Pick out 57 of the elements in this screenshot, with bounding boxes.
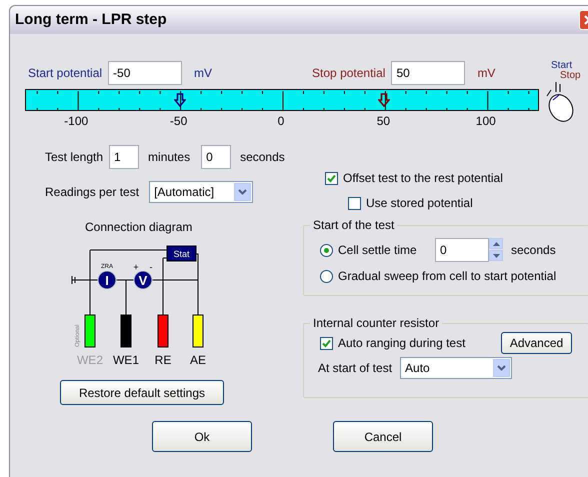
spin-buttons[interactable] — [489, 238, 503, 262]
start-hint-label: Start — [551, 59, 572, 71]
ammeter-label: I — [105, 273, 109, 288]
seconds-field[interactable]: 0 — [201, 145, 232, 169]
stat-label: Stat — [174, 249, 190, 259]
dialog-button[interactable]: Ok — [152, 421, 252, 452]
stop-hint-label: Stop — [560, 69, 581, 83]
advanced-button[interactable]: Advanced — [501, 332, 572, 354]
checkbox[interactable] — [320, 336, 333, 350]
radio-button[interactable] — [320, 244, 333, 256]
start-resistor-label: At start of test — [318, 360, 392, 377]
unit-label: mV — [477, 65, 496, 82]
seconds-label: seconds — [511, 242, 556, 259]
potential-scale[interactable] — [25, 89, 539, 111]
minutes-field[interactable]: 1 — [109, 145, 140, 169]
readings-dropdown[interactable]: [Automatic] — [149, 181, 254, 203]
unit-label: mV — [194, 65, 212, 82]
dialog-button[interactable]: Cancel — [333, 421, 433, 452]
lead-label: RE — [154, 353, 172, 367]
window-title: Long term - LPR step — [15, 10, 167, 30]
checkmark-icon — [322, 338, 331, 348]
seconds-label: seconds — [240, 149, 285, 166]
scale-tick-label: 100 — [474, 113, 497, 130]
checkbox[interactable] — [348, 196, 361, 210]
readings-label: Readings per test — [45, 184, 140, 201]
restore-defaults-button[interactable]: Restore default settings — [60, 380, 224, 405]
potential-label: Stop potential — [312, 65, 386, 82]
scale-tick-label: 50 — [376, 113, 392, 130]
checkbox-label: Use stored potential — [366, 195, 473, 212]
settle-time-field[interactable]: 0 — [435, 238, 489, 262]
minutes-label: minutes — [148, 149, 190, 166]
voltmeter-label: V — [138, 273, 148, 288]
checkmark-icon — [327, 174, 336, 182]
group-title: Internal counter resistor — [312, 315, 440, 332]
lead-label: WE2 — [77, 353, 103, 367]
radio-label: Gradual sweep from cell to start potential — [338, 268, 556, 285]
scale-tick-label: -50 — [168, 113, 188, 130]
scale-tick-label: 0 — [276, 113, 286, 130]
diagram-title: Connection diagram — [85, 219, 194, 236]
plus-label: + — [133, 262, 139, 272]
test-length-label: Test length — [45, 149, 104, 166]
scale-tick-label: -100 — [63, 113, 90, 130]
checkbox-label: Auto ranging during test — [338, 335, 466, 352]
marker-arrow-icon[interactable] — [378, 93, 390, 107]
marker-arrow-icon[interactable] — [174, 93, 186, 107]
radio-button[interactable] — [320, 270, 333, 282]
lead-label: AE — [190, 353, 206, 367]
checkbox-label: Offset test to the rest potential — [343, 170, 503, 187]
lead-label: WE1 — [113, 353, 139, 367]
potential-label: Start potential — [28, 65, 102, 82]
potential-field[interactable]: 50 — [391, 61, 466, 85]
minus-label: - — [150, 262, 152, 272]
potential-field[interactable]: -50 — [108, 61, 182, 85]
checkbox[interactable] — [325, 172, 338, 184]
start-resistor-dropdown[interactable]: Auto — [400, 357, 512, 379]
radio-label: Cell settle time — [338, 242, 418, 259]
group-title: Start of the test — [312, 217, 396, 234]
